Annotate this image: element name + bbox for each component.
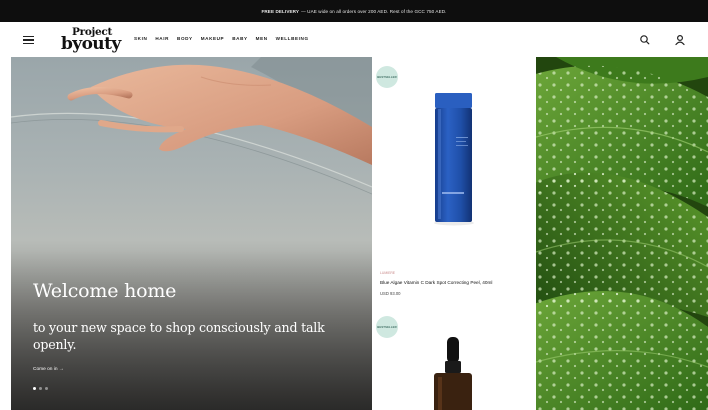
product-price: USD 93.00 [380,291,401,296]
nav-hair[interactable]: HAIR [155,36,169,41]
hero-subtitle: to your new space to shop consciously an… [33,320,325,352]
nav-baby[interactable]: BABY [232,36,247,41]
leaves-image [536,57,708,410]
hero-cta-link[interactable]: Come on in → [33,367,64,372]
site-header: Project byouty SKIN HAIR BODY MAKEUP BAB… [0,22,708,57]
hero-image [11,57,372,410]
main-nav: SKIN HAIR BODY MAKEUP BABY MEN WELLBEING [134,36,309,41]
carousel-dot-2[interactable] [39,387,42,390]
promo-bar: FREE DELIVERY — UAE wide on all orders o… [0,0,708,22]
nav-men[interactable]: MEN [256,36,268,41]
nav-skin[interactable]: SKIN [134,36,147,41]
hero-title: Welcome home [33,280,177,302]
product-column: Bestseller Lumiere Blue Algae Vitamin C … [372,57,536,410]
product-brand: Lumiere [380,271,396,275]
nav-body[interactable]: BODY [177,36,193,41]
nav-wellbeing[interactable]: WELLBEING [276,36,309,41]
search-icon[interactable] [638,33,652,47]
bestseller-badge-2: Bestseller [376,316,398,338]
promo-bold: FREE DELIVERY [261,8,300,14]
carousel-dot-1[interactable] [33,387,36,390]
product-image-dropper[interactable] [372,337,536,410]
carousel-dot-3[interactable] [45,387,48,390]
user-icon[interactable] [673,33,687,47]
promo-text: — UAE wide on all orders over 200 AED. R… [301,8,447,14]
hamburger-icon[interactable] [23,36,34,44]
logo-line2: byouty [61,34,121,54]
hero-banner: Welcome home to your new space to shop c… [11,57,372,410]
product-name[interactable]: Blue Algae Vitamin C Dark Spot Correctin… [380,280,492,285]
nav-makeup[interactable]: MAKEUP [201,36,225,41]
product-image-serum[interactable] [372,57,536,257]
logo[interactable]: Project byouty [61,25,121,55]
carousel-dots [33,387,48,390]
